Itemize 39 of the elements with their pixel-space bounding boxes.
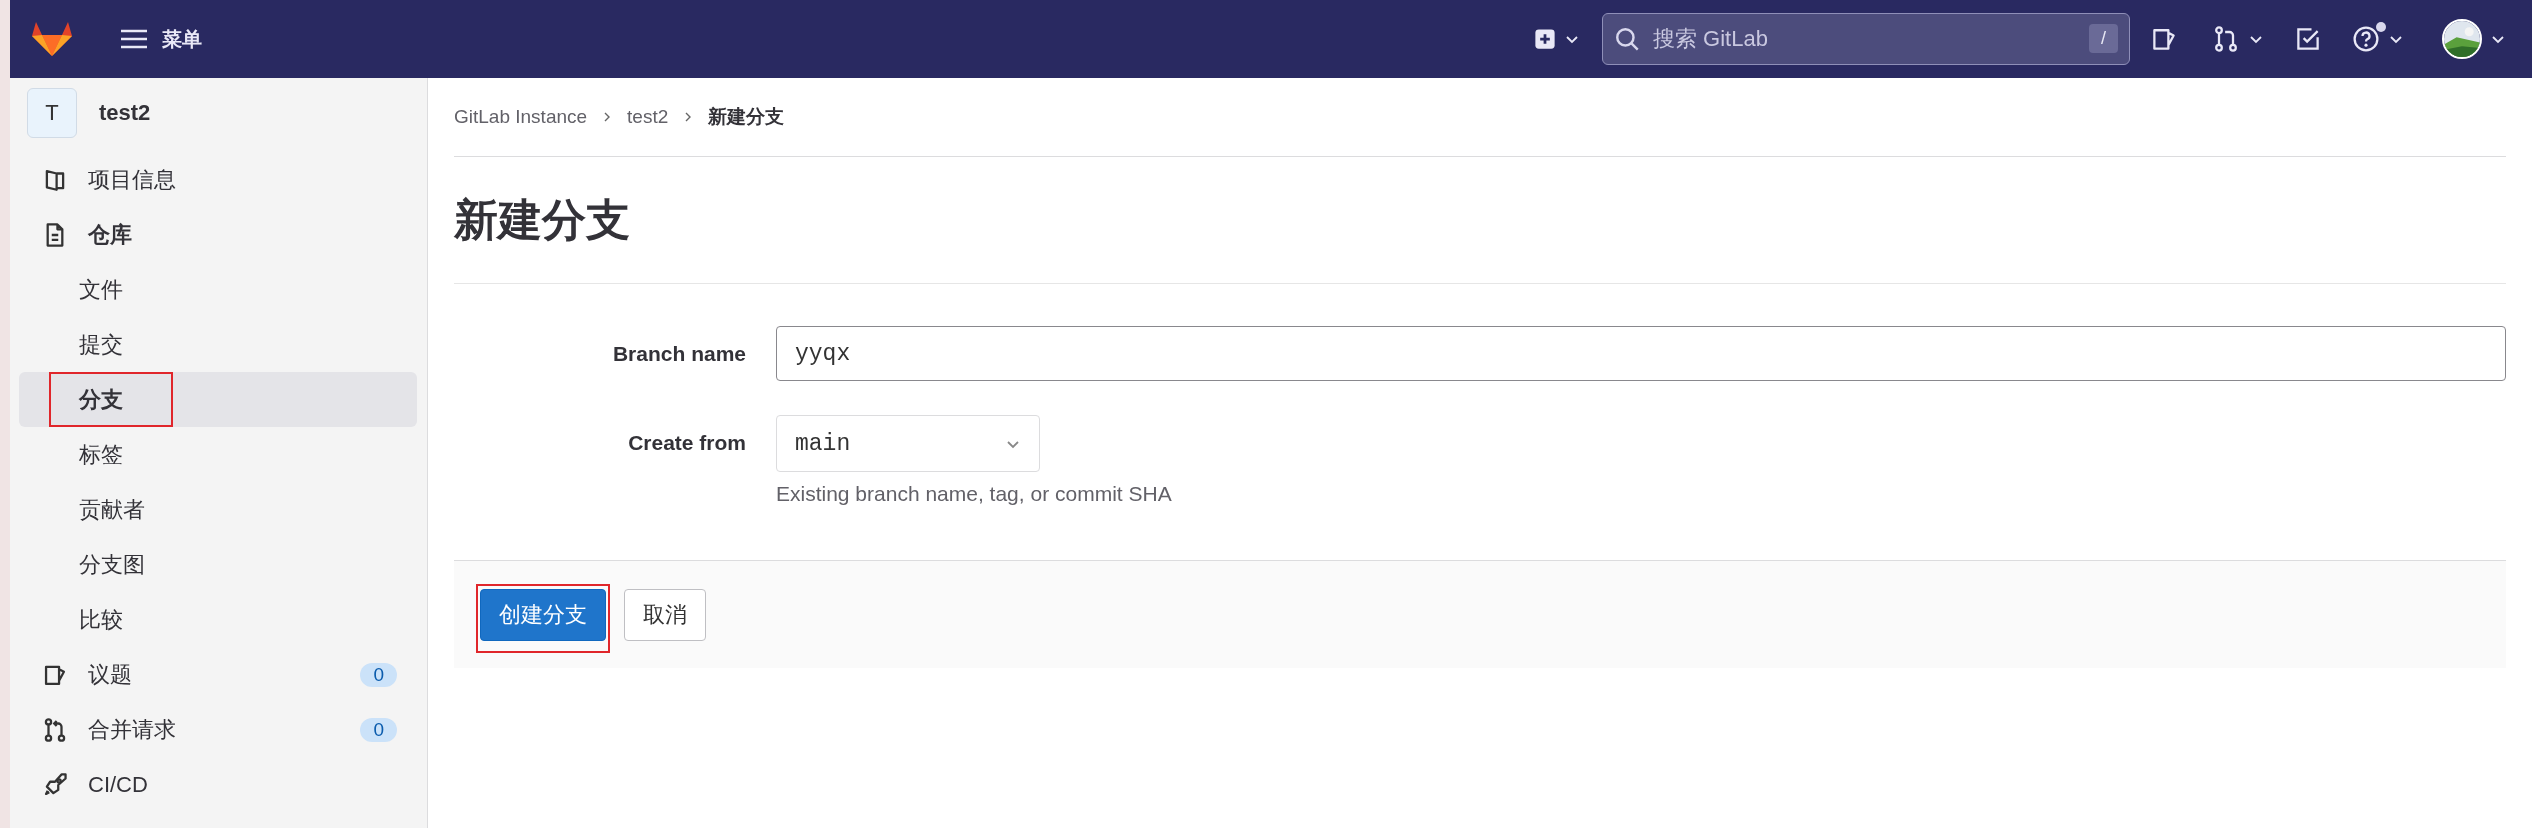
count-badge: 0 (360, 662, 397, 687)
sidebar-item[interactable]: 贡献者 (19, 482, 417, 537)
menu-icon (120, 29, 148, 49)
search-icon (1614, 26, 1640, 52)
sidebar-item[interactable]: 分支 (19, 372, 417, 427)
sidebar-item[interactable]: 文件 (19, 262, 417, 317)
breadcrumb-link[interactable]: GitLab Instance (454, 106, 588, 128)
sidebar-item[interactable]: 提交 (19, 317, 417, 372)
checkbox-icon (2294, 25, 2322, 53)
help-text: Existing branch name, tag, or commit SHA (776, 482, 1172, 506)
sidebar-item[interactable]: 仓库 (19, 207, 417, 262)
breadcrumb-link[interactable]: 新建分支 (708, 104, 785, 130)
merge-request-icon (2212, 25, 2240, 53)
rocket-icon (42, 771, 68, 798)
breadcrumb-link[interactable]: test2 (627, 106, 669, 128)
avatar-icon (2442, 19, 2482, 59)
sidebar-item[interactable]: 议题 0 (19, 647, 417, 702)
count-badge: 0 (360, 717, 397, 742)
create-branch-button[interactable]: 创建分支 (480, 588, 606, 641)
sidebar-item[interactable]: CI/CD (19, 757, 417, 812)
sidebar-item[interactable]: 合并请求 0 (19, 702, 417, 757)
help-icon (2352, 25, 2380, 53)
field-label: Branch name (611, 341, 747, 367)
project-name[interactable]: test2 (99, 100, 151, 126)
menu-button[interactable]: 菜单 (112, 19, 210, 59)
field-label: Create from (627, 430, 747, 456)
project-avatar: T (27, 88, 77, 138)
branch-name-field[interactable]: yyqx (776, 326, 2506, 381)
plus-icon (1534, 28, 1556, 50)
sidebar-item[interactable]: 比较 (19, 592, 417, 647)
merge-request-icon (42, 716, 68, 743)
sidebar-item[interactable]: 标签 (19, 427, 417, 482)
sidebar-item[interactable]: 分支图 (19, 537, 417, 592)
fox-logo-icon[interactable] (32, 20, 72, 58)
create-from-dropdown[interactable]: main (776, 415, 1040, 472)
page-title: 新建分支 (454, 157, 2506, 284)
sidebar-item[interactable]: 项目信息 (19, 152, 417, 207)
keyboard-shortcut: / (2089, 24, 2118, 53)
cancel-button[interactable]: 取消 (624, 588, 706, 641)
